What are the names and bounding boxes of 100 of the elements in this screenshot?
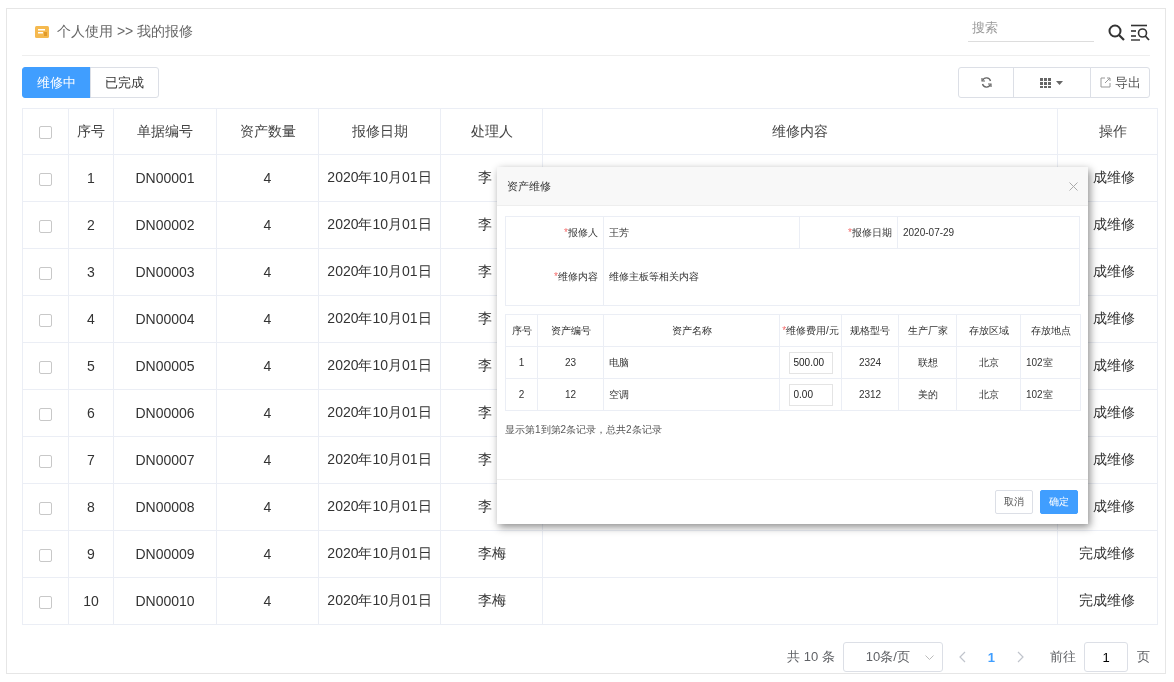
table-cell: 12: [537, 378, 604, 411]
columns-button[interactable]: [1013, 67, 1091, 98]
table-cell: 8: [68, 483, 114, 531]
cost-input[interactable]: 0.00: [788, 383, 833, 406]
table-cell: DN00007: [113, 436, 217, 484]
table-cell: 电脑: [603, 346, 780, 379]
table-cell: DN00002: [113, 201, 217, 249]
table-cell: 2020年10月01日: [318, 248, 441, 296]
form-label: *报修日期: [799, 216, 898, 249]
table-cell: 2020年10月01日: [318, 154, 441, 202]
column-header: 处理人: [440, 108, 543, 155]
column-header: 操作: [1057, 108, 1158, 155]
cost-input[interactable]: 500.00: [788, 351, 833, 374]
form-label: *维修内容: [505, 248, 604, 306]
complete-repair-link[interactable]: 成维修: [1093, 169, 1135, 185]
table-cell: 李梅: [440, 530, 543, 578]
checkbox[interactable]: [39, 313, 52, 327]
table-cell: DN00010: [113, 577, 217, 625]
complete-repair-link[interactable]: 成维修: [1093, 498, 1135, 514]
export-icon: [1099, 77, 1111, 88]
table-cell: 2: [68, 201, 114, 249]
table-cell: DN00003: [113, 248, 217, 296]
table-cell: 2020年10月01日: [318, 436, 441, 484]
checkbox[interactable]: [39, 407, 52, 421]
checkbox[interactable]: [39, 454, 52, 468]
page-input[interactable]: 1: [1084, 642, 1128, 672]
column-header: 规格型号: [841, 314, 899, 347]
checkbox[interactable]: [39, 219, 52, 233]
table-cell: 102室: [1020, 346, 1081, 379]
table-cell: DN00004: [113, 295, 217, 343]
chevron-down-icon: [924, 654, 934, 660]
table-cell: 4: [216, 483, 319, 531]
column-header: 生产厂家: [898, 314, 957, 347]
table-cell: 4: [216, 201, 319, 249]
table-cell: 4: [216, 436, 319, 484]
table-cell: 1: [68, 154, 114, 202]
table-cell: 3: [68, 248, 114, 296]
table-cell: 2020年10月01日: [318, 295, 441, 343]
checkbox[interactable]: [39, 548, 52, 562]
table-cell: 1: [505, 346, 538, 379]
table-cell: 23: [537, 346, 604, 379]
close-icon[interactable]: [1069, 181, 1078, 191]
complete-repair-link[interactable]: 成维修: [1093, 310, 1135, 326]
table-cell: 空调: [603, 378, 780, 411]
complete-repair-link[interactable]: 成维修: [1093, 451, 1135, 467]
checkbox[interactable]: [39, 595, 52, 609]
table-cell: 联想: [898, 346, 957, 379]
form-value: 2020-07-29: [897, 216, 1080, 249]
table-cell: 4: [216, 295, 319, 343]
table-cell: 2020年10月01日: [318, 389, 441, 437]
breadcrumb: 个人使用 >> 我的报修: [57, 23, 194, 41]
form-label: *报修人: [505, 216, 604, 249]
complete-repair-link[interactable]: 成维修: [1093, 404, 1135, 420]
checkbox[interactable]: [39, 172, 52, 186]
table-cell: 2020年10月01日: [318, 342, 441, 390]
table-cell: 4: [216, 389, 319, 437]
refresh-icon: [980, 77, 992, 88]
refresh-button[interactable]: [958, 67, 1014, 98]
table-cell: 5: [68, 342, 114, 390]
complete-repair-link[interactable]: 完成维修: [1079, 592, 1135, 608]
previous-page-icon[interactable]: [958, 651, 966, 663]
page-size-select[interactable]: 10条/页: [842, 642, 943, 672]
search-icon[interactable]: [1108, 23, 1125, 41]
cancel-button[interactable]: 取消: [995, 490, 1033, 514]
table-cell: 102室: [1020, 378, 1081, 411]
advanced-search-icon[interactable]: [1131, 23, 1150, 41]
tab[interactable]: 已完成: [90, 67, 159, 98]
table-cell: 4: [216, 577, 319, 625]
column-header: 存放地点: [1020, 314, 1081, 347]
table-cell: 4: [68, 295, 114, 343]
complete-repair-link[interactable]: 成维修: [1093, 263, 1135, 279]
table-cell: 6: [68, 389, 114, 437]
checkbox[interactable]: [39, 126, 52, 140]
goto-label: 前往: [1050, 648, 1076, 666]
complete-repair-link[interactable]: 完成维修: [1079, 545, 1135, 561]
column-header: *维修费用/元: [779, 314, 842, 347]
table-cell: 北京: [956, 346, 1021, 379]
form-value: 维修主板等相关内容: [603, 248, 1080, 306]
checkbox[interactable]: [39, 360, 52, 374]
column-header: 资产编号: [537, 314, 604, 347]
table-cell: 4: [216, 342, 319, 390]
table-cell: DN00009: [113, 530, 217, 578]
table-cell: 美的: [898, 378, 957, 411]
column-header: 报修日期: [318, 108, 441, 155]
column-header: 存放区域: [956, 314, 1021, 347]
checkbox[interactable]: [39, 501, 52, 515]
table-cell: 4: [216, 248, 319, 296]
complete-repair-link[interactable]: 成维修: [1093, 216, 1135, 232]
table-cell: 李梅: [440, 577, 543, 625]
table-cell: DN00001: [113, 154, 217, 202]
total-count: 共 10 条: [787, 648, 835, 666]
next-page-icon[interactable]: [1017, 651, 1024, 663]
grid-caret-icon: [1040, 77, 1064, 88]
table-cell: 4: [216, 530, 319, 578]
table-cell: 4: [216, 154, 319, 202]
complete-repair-link[interactable]: 成维修: [1093, 357, 1135, 373]
table-cell: 北京: [956, 378, 1021, 411]
table-cell: 2020年10月01日: [318, 483, 441, 531]
checkbox[interactable]: [39, 266, 52, 280]
export-button[interactable]: 导出: [1090, 67, 1150, 98]
